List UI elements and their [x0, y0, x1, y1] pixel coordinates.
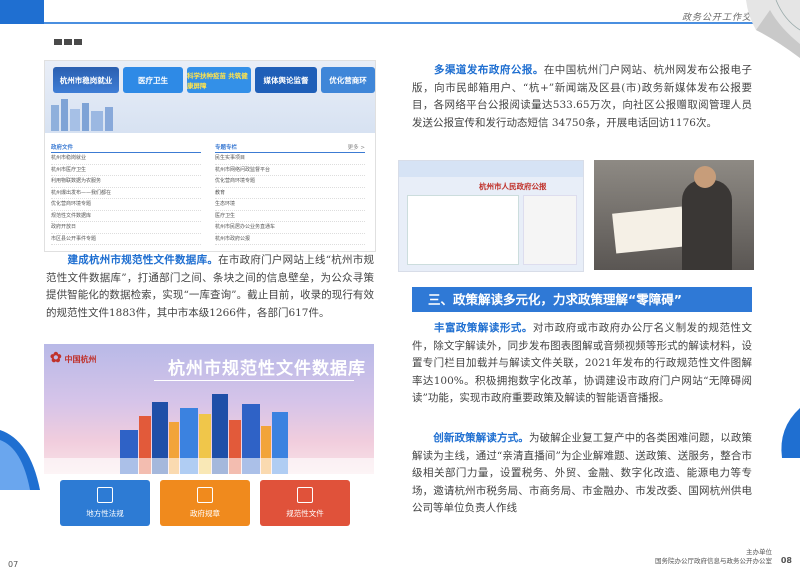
list-header: 专题专栏 更多 > — [215, 143, 365, 153]
list-header: 政府文件 — [51, 143, 201, 153]
header-accent-bar — [0, 0, 44, 24]
decorative-wave — [0, 430, 40, 490]
city-skyline-image — [51, 99, 113, 131]
page-curl-icon — [746, 0, 800, 58]
list-item[interactable]: 杭州市稳岗就业 — [51, 153, 201, 165]
gazette-title: 杭州市人民政府公报 — [479, 182, 547, 191]
list-header-label: 专题专栏 — [215, 145, 238, 151]
database-banner-image: ✿ 中国杭州 杭州市规范性文件数据库 — [44, 344, 374, 474]
paragraph-text: 对市政府或市政府办公厅名义制发的规范性文件，除文字解读外，同步发布图表图解或音频… — [412, 322, 753, 405]
more-link[interactable]: 更多 > — [348, 143, 365, 151]
button-label: 规范性文件 — [286, 509, 324, 518]
section-title: 三、政策解读多元化，力求政策理解“零障碍” — [412, 287, 752, 312]
paragraph-text: 为破解企业复工复产中的各类困难问题，以政策解读为主线，通过“亲清直播间”为企业解… — [412, 432, 753, 515]
gazette-paragraph: 多渠道发布政府公报。在中国杭州门户网站、杭州网发布公报电子版，向市民邮箱用户、“… — [412, 62, 752, 132]
cloud-base — [44, 458, 374, 474]
paragraph-highlight: 创新政策解读方式。 — [433, 432, 529, 444]
title-rule — [154, 380, 354, 381]
paragraph-highlight: 丰富政策解读形式。 — [433, 322, 533, 334]
list-item[interactable]: 杭州市网络问政监督平台 — [215, 165, 365, 176]
normative-docs-button[interactable]: 规范性文件 — [260, 480, 350, 526]
list-item[interactable]: 生态环境 — [215, 199, 365, 211]
person — [682, 180, 732, 270]
gazette-screenshot-image: 杭州市人民政府公报 — [398, 160, 584, 272]
database-title: 杭州市规范性文件数据库 — [168, 359, 366, 379]
list-item[interactable]: 规范性文件数据库 — [51, 211, 201, 222]
document-icon — [297, 487, 313, 503]
header-dots — [54, 30, 84, 49]
topics-list: 专题专栏 更多 > 民生实事项目 杭州市网络问政监督平台 优化营商环境专题 教育 … — [215, 143, 365, 245]
gazette-page-preview — [407, 195, 519, 265]
list-item[interactable]: 优化营商环境专题 — [215, 176, 365, 188]
footer-org-label: 主办单位 — [746, 548, 772, 556]
folder-icon — [97, 487, 113, 503]
tile-media: 媒体舆论监督 — [255, 67, 317, 93]
person-head — [694, 166, 716, 188]
list-item[interactable]: 利用物联数据为农服务 — [51, 176, 201, 188]
caption-highlight: 建成杭州市规范性文件数据库。 — [67, 254, 219, 266]
hangzhou-logo: ✿ 中国杭州 — [50, 350, 97, 366]
list-item[interactable]: 教育 — [215, 188, 365, 199]
list-item[interactable]: 优化营商环境专题 — [51, 199, 201, 211]
reading-people-photo — [594, 160, 754, 270]
photo-topbar — [399, 161, 583, 177]
tile-business: 优化营商环 — [321, 67, 375, 93]
website-banner: 杭州市稳岗就业 医疗卫生 科学扶种疫苗 共筑健康屏障 媒体舆论监督 优化营商环 — [45, 61, 375, 133]
button-label: 地方性法规 — [86, 509, 124, 518]
gazette-cover-preview — [523, 195, 577, 265]
list-item[interactable]: 杭州市民居办公业务直通车 — [215, 222, 365, 234]
list-item[interactable]: 杭州市医疗卫生 — [51, 165, 201, 176]
header-rule — [44, 22, 784, 24]
website-screenshot: 杭州市稳岗就业 医疗卫生 科学扶种疫苗 共筑健康屏障 媒体舆论监督 优化营商环 … — [44, 60, 376, 252]
gov-rules-button[interactable]: 政府规章 — [160, 480, 250, 526]
gov-files-list: 政府文件 杭州市稳岗就业 杭州市医疗卫生 利用物联数据为农服务 杭州爆出发布——… — [51, 143, 201, 245]
logo-text: 中国杭州 — [64, 354, 97, 364]
database-caption: 建成杭州市规范性文件数据库。在市政府门户网站上线“杭州市规范性文件数据库”，打通… — [46, 252, 374, 322]
tile-vaccine: 科学扶种疫苗 共筑健康屏障 — [187, 67, 251, 93]
innovation-paragraph: 创新政策解读方式。为破解企业复工复产中的各类困难问题，以政策解读为主线，通过“亲… — [412, 430, 752, 518]
interpretation-paragraph: 丰富政策解读形式。对市政府或市政府办公厅名义制发的规范性文件，除文字解读外，同步… — [412, 320, 752, 408]
book-icon — [197, 487, 213, 503]
list-item[interactable]: 政府开放日 — [51, 222, 201, 234]
button-label: 政府规章 — [190, 509, 220, 518]
footer-org: 主办单位 国务院办公厅政府信息与政务公开办公室 — [655, 548, 772, 566]
tile-healthcare: 医疗卫生 — [123, 67, 183, 93]
newspaper — [612, 206, 686, 254]
list-item[interactable]: 民生实事项目 — [215, 153, 365, 165]
local-regulations-button[interactable]: 地方性法规 — [60, 480, 150, 526]
page-number-left: 07 — [8, 560, 19, 569]
page-number-right: 08 — [780, 556, 792, 565]
header-label: 政务公开工作交 — [681, 13, 752, 23]
tile-employment: 杭州市稳岗就业 — [53, 67, 119, 93]
paragraph-highlight: 多渠道发布政府公报。 — [433, 64, 544, 76]
footer-org-name: 国务院办公厅政府信息与政务公开办公室 — [655, 557, 772, 565]
list-item[interactable]: 杭州市政府公报 — [215, 234, 365, 245]
list-item[interactable]: 杭州爆出发布——我们都在 — [51, 188, 201, 199]
list-item[interactable]: 医疗卫生 — [215, 211, 365, 222]
decorative-wave-right — [781, 408, 800, 458]
list-item[interactable]: 市区县公开事件专题 — [51, 234, 201, 245]
